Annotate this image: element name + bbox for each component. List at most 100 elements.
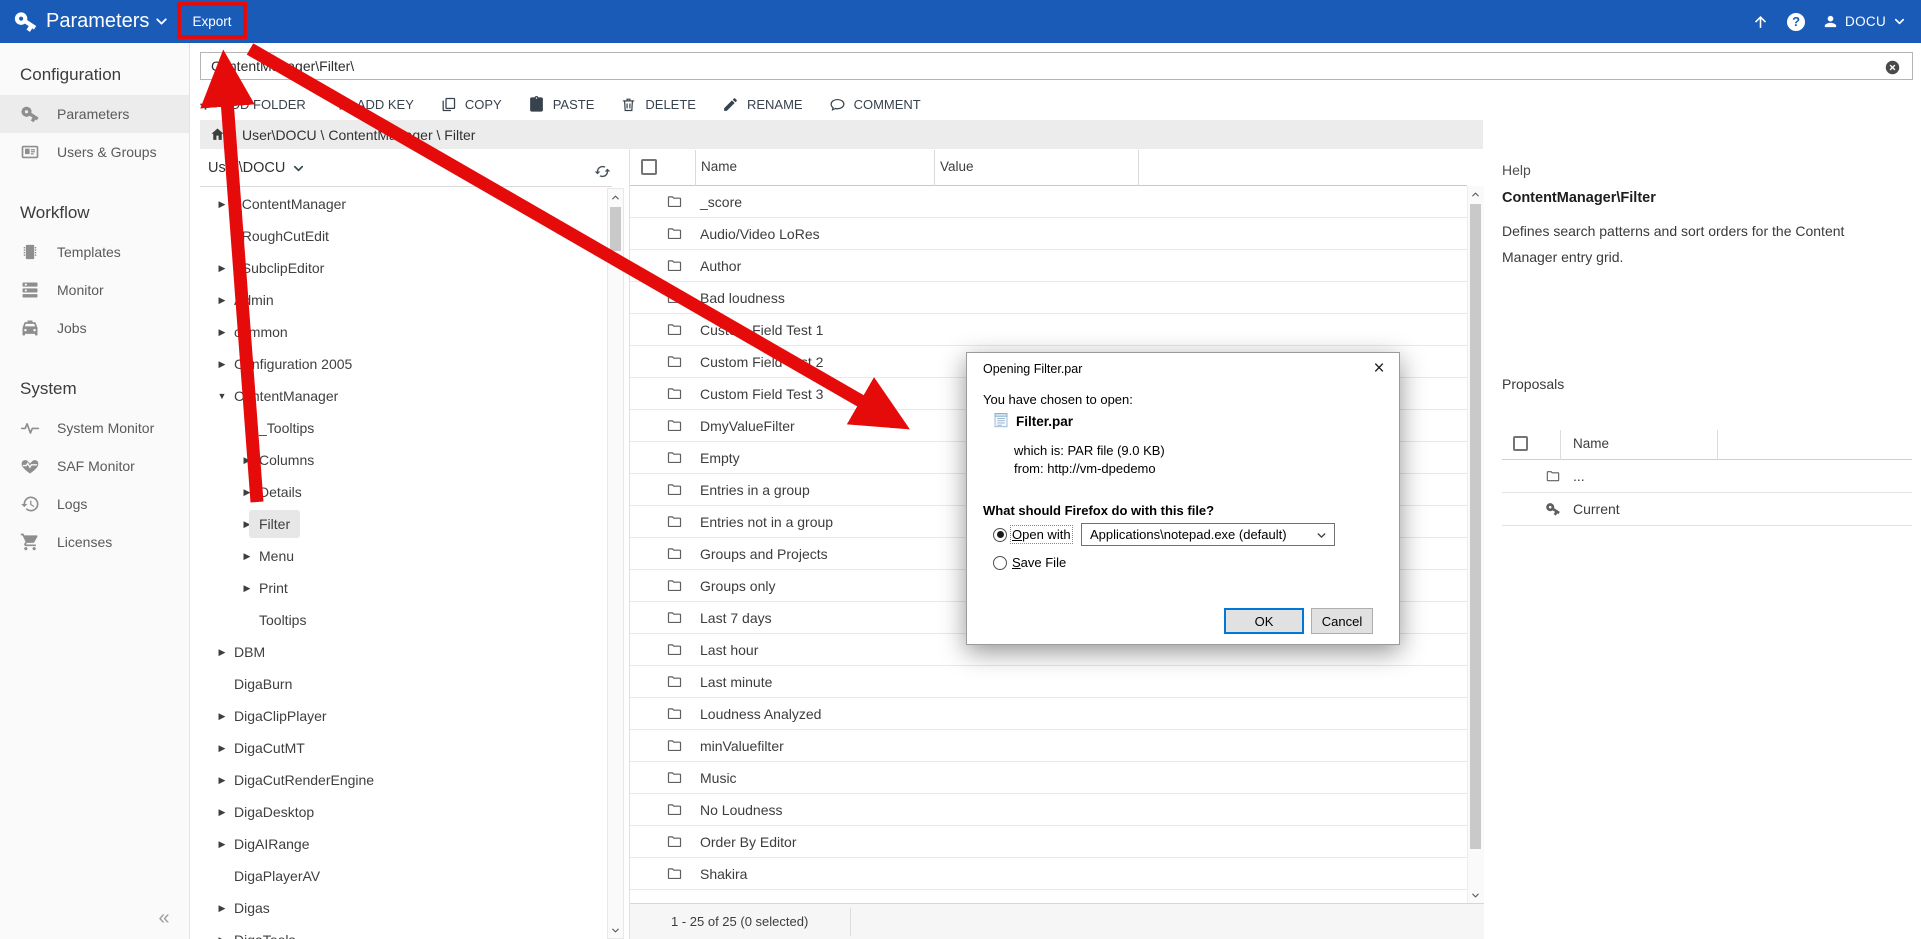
table-row[interactable]: Author [630,250,1467,282]
collapse-sidebar-button[interactable]: « [146,903,182,933]
tree-item-roughcutedit[interactable]: _RoughCutEdit [190,220,607,252]
chevron-collapsed-icon[interactable]: ▶ [213,839,231,850]
tree-item-details[interactable]: ▶Details [190,476,607,508]
proposals-select-all-checkbox[interactable] [1513,436,1528,451]
tree-item-subclipeditor[interactable]: ▶_SubclipEditor [190,252,607,284]
chevron-expanded-icon[interactable]: ▼ [213,391,231,401]
tree-item-filter[interactable]: ▶Filter [190,508,607,540]
chevron-down-icon[interactable] [153,13,170,30]
sidebar-item-logs[interactable]: Logs [0,485,189,523]
scroll-up-button[interactable] [608,189,623,205]
chevron-collapsed-icon[interactable]: ▶ [213,807,231,818]
close-icon[interactable]: × [1367,357,1391,381]
sidebar-item-jobs[interactable]: Jobs [0,309,189,347]
user-menu[interactable]: DOCU [1822,13,1907,30]
chevron-collapsed-icon[interactable]: ▶ [213,199,231,210]
toolbar-rename-button[interactable]: RENAME [709,90,816,118]
clear-icon[interactable] [1884,59,1901,76]
sidebar-item-system-monitor[interactable]: System Monitor [0,409,189,447]
refresh-icon[interactable] [594,163,611,180]
sidebar-item-users-groups[interactable]: Users & Groups [0,133,189,171]
toolbar-add-key-button[interactable]: ADD KEY [319,90,427,118]
table-row[interactable]: Custom Field Test 1 [630,314,1467,346]
help-icon[interactable]: ? [1787,13,1805,31]
sidebar-item-templates[interactable]: Templates [0,233,189,271]
chevron-collapsed-icon[interactable]: ▶ [213,903,231,914]
breadcrumb-path[interactable]: User\DOCU \ ContentManager \ Filter [242,127,475,143]
chevron-collapsed-icon[interactable]: ▶ [213,775,231,786]
ok-button[interactable]: OK [1224,608,1304,634]
tree-item-tooltips[interactable]: _Tooltips [190,412,607,444]
table-row[interactable]: Loudness Analyzed [630,698,1467,730]
tree-item-digadesktop[interactable]: ▶DigaDesktop [190,796,607,828]
chevron-collapsed-icon[interactable]: ▶ [238,487,256,498]
sidebar-item-licenses[interactable]: Licenses [0,523,189,561]
tree-item-digaburn[interactable]: DigaBurn [190,668,607,700]
tree-item-digaclipplayer[interactable]: ▶DigaClipPlayer [190,700,607,732]
toolbar-add-folder-button[interactable]: ADD FOLDER [197,90,319,118]
table-row[interactable]: Last minute [630,666,1467,698]
tree-item-columns[interactable]: ▶Columns [190,444,607,476]
chevron-collapsed-icon[interactable]: ▶ [238,551,256,562]
toolbar-paste-button[interactable]: PASTE [515,90,608,118]
table-row[interactable]: _score [630,186,1467,218]
proposal-row[interactable]: ... [1502,460,1912,493]
cancel-button[interactable]: Cancel [1311,608,1373,634]
tree-item-common[interactable]: ▶common [190,316,607,348]
tree-item-digairange[interactable]: ▶DigAIRange [190,828,607,860]
tree-item-digatools[interactable]: ▶DigaTools [190,924,607,939]
select-all-checkbox[interactable] [641,159,657,175]
tree-item-digacutmt[interactable]: ▶DigaCutMT [190,732,607,764]
tree-item-digaplayerav[interactable]: DigaPlayerAV [190,860,607,892]
upload-icon[interactable] [1751,12,1770,31]
chevron-collapsed-icon[interactable]: ▶ [213,327,231,338]
toolbar-comment-button[interactable]: COMMENT [816,90,934,118]
sidebar-item-parameters[interactable]: Parameters [0,95,189,133]
column-header-value[interactable]: Value [940,159,974,174]
export-button[interactable]: Export [181,0,243,43]
table-row[interactable]: minValuefilter [630,730,1467,762]
tree-item-digas[interactable]: ▶Digas [190,892,607,924]
open-with-label[interactable]: Open with [1012,527,1071,542]
tree-item-contentmanager[interactable]: ▼ContentManager [190,380,607,412]
sidebar-item-monitor[interactable]: Monitor [0,271,189,309]
home-icon[interactable] [209,126,226,143]
toolbar-delete-button[interactable]: DELETE [607,90,709,118]
table-row[interactable]: Audio/Video LoRes [630,218,1467,250]
save-file-label[interactable]: Save File [1012,555,1066,570]
scroll-down-button[interactable] [1468,887,1483,903]
table-row[interactable]: No Loudness [630,794,1467,826]
tree-root-selector[interactable]: User\DOCU [208,152,306,184]
chevron-collapsed-icon[interactable]: ▶ [213,743,231,754]
tree-item-print[interactable]: ▶Print [190,572,607,604]
chevron-collapsed-icon[interactable]: ▶ [238,455,256,466]
chevron-collapsed-icon[interactable]: ▶ [213,263,231,274]
tree-item-admin[interactable]: ▶Admin [190,284,607,316]
path-search-input[interactable] [200,52,1913,80]
scroll-up-button[interactable] [1468,186,1483,202]
sidebar-item-saf-monitor[interactable]: SAF Monitor [0,447,189,485]
scrollbar-thumb[interactable] [610,207,621,251]
tree-item-dbm[interactable]: ▶DBM [190,636,607,668]
table-row[interactable]: Music [630,762,1467,794]
table-row[interactable]: Bad loudness [630,282,1467,314]
chevron-collapsed-icon[interactable]: ▶ [213,295,231,306]
table-row[interactable]: Order By Editor [630,826,1467,858]
proposal-row[interactable]: Current [1502,493,1912,526]
chevron-collapsed-icon[interactable]: ▶ [238,583,256,594]
table-vertical-scrollbar[interactable] [1467,186,1484,903]
proposals-column-name[interactable]: Name [1573,436,1609,451]
tree-item-contentmanager[interactable]: ▶_ContentManager [190,188,607,220]
open-with-select[interactable]: Applications\notepad.exe (default) [1081,523,1335,546]
table-row[interactable]: Shakira [630,858,1467,890]
tree-item-menu[interactable]: ▶Menu [190,540,607,572]
app-title[interactable]: Parameters [46,0,149,43]
tree-item-digacutrenderengine[interactable]: ▶DigaCutRenderEngine [190,764,607,796]
tree-item-configuration-2005[interactable]: ▶Configuration 2005 [190,348,607,380]
chevron-collapsed-icon[interactable]: ▶ [213,935,231,939]
chevron-collapsed-icon[interactable]: ▶ [213,647,231,658]
column-header-name[interactable]: Name [701,159,737,174]
scroll-down-button[interactable] [608,922,623,938]
open-with-radio[interactable] [993,528,1007,542]
scrollbar-thumb[interactable] [1470,204,1481,849]
